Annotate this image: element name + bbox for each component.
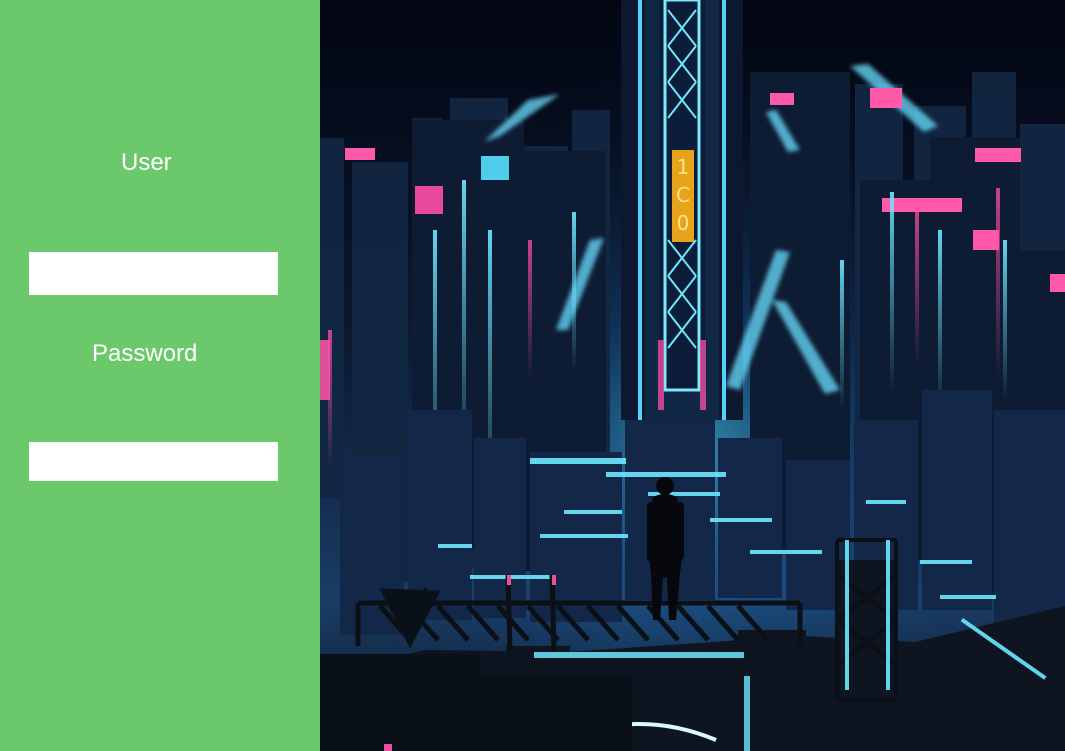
password-input[interactable] — [29, 442, 278, 481]
svg-text:0: 0 — [677, 211, 690, 235]
user-input[interactable] — [29, 252, 278, 295]
app-window: User Password 1 C 0 — [0, 0, 1065, 751]
user-label: User — [121, 149, 172, 176]
login-panel: User Password — [0, 0, 320, 751]
svg-text:1: 1 — [677, 155, 690, 179]
cyberpunk-city-illustration: 1 C 0 — [320, 0, 1065, 751]
password-label: Password — [92, 340, 198, 367]
svg-text:C: C — [676, 183, 690, 207]
cyberpunk-city-art: 1 C 0 — [320, 0, 1065, 751]
